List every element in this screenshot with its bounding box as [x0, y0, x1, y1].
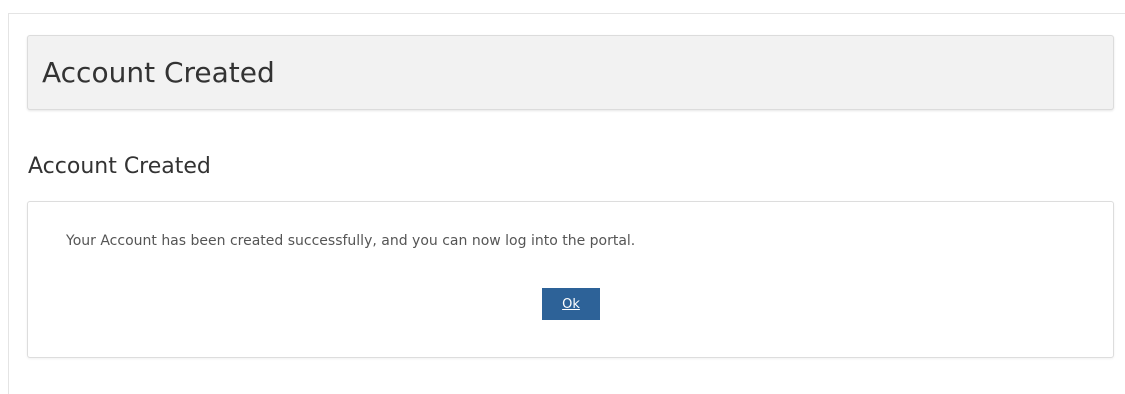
- ok-button[interactable]: Ok: [542, 288, 600, 320]
- success-message: Your Account has been created successful…: [66, 233, 636, 249]
- section-heading: Account Created: [28, 154, 211, 179]
- page-title: Account Created: [42, 56, 275, 89]
- page-header: Account Created: [27, 35, 1114, 110]
- confirmation-panel: Your Account has been created successful…: [27, 201, 1114, 358]
